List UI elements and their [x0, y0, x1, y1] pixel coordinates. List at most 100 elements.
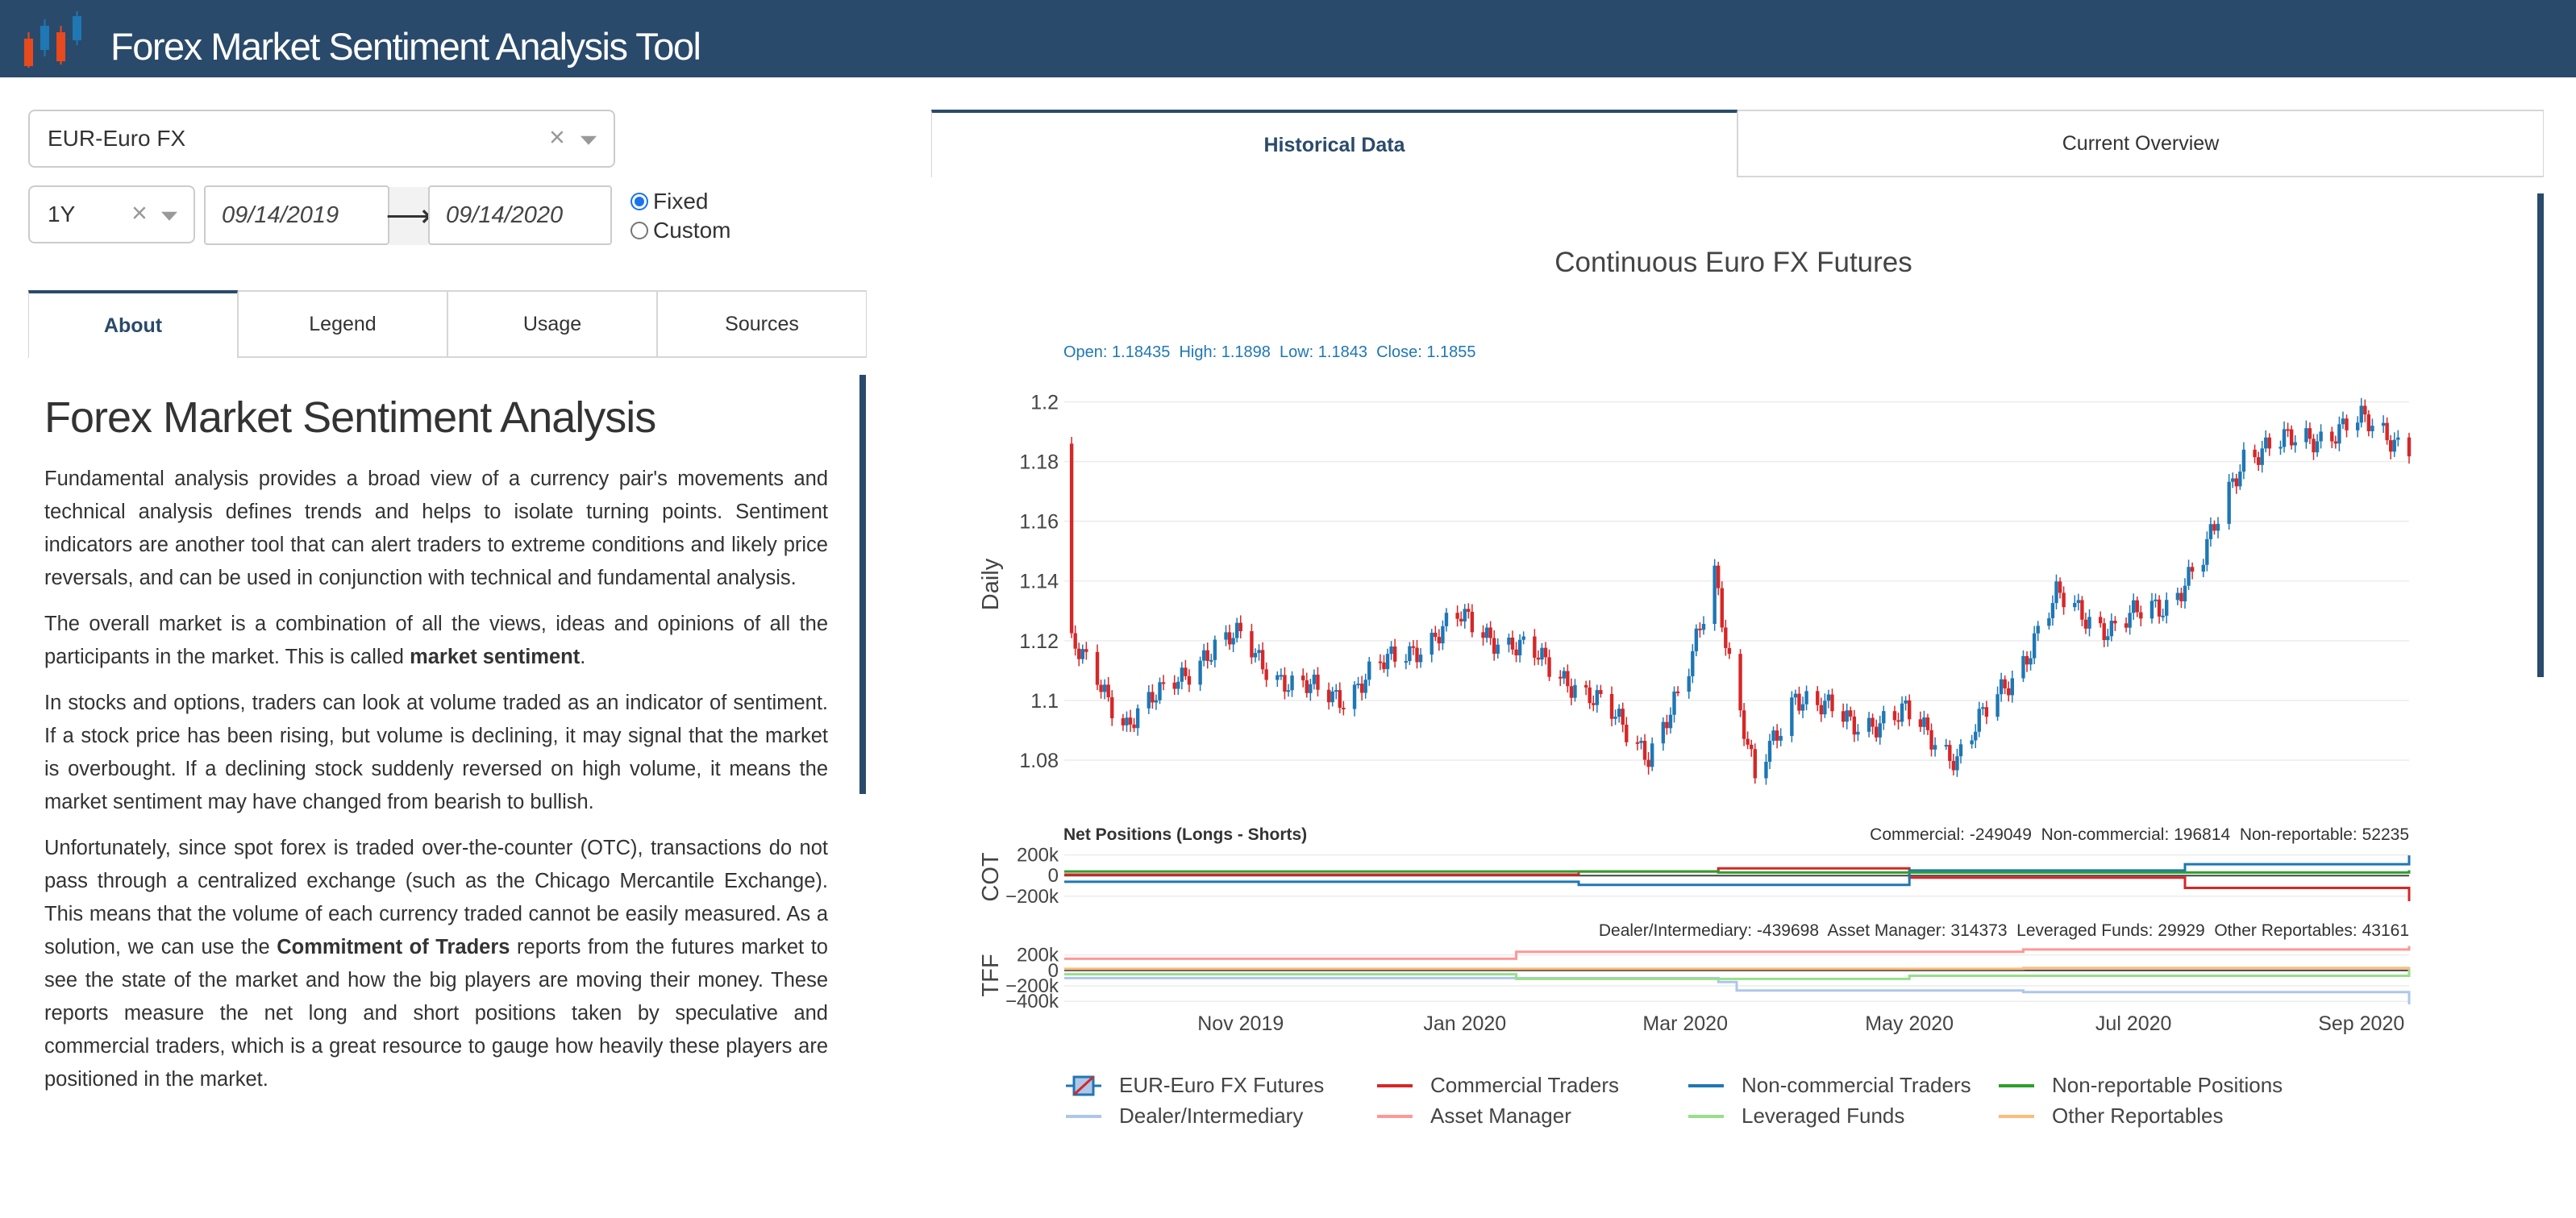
- legend-item[interactable]: Non-commercial Traders: [1688, 1073, 1971, 1098]
- radio-fixed-dot[interactable]: [630, 193, 648, 210]
- tab-historical-data[interactable]: Historical Data: [931, 110, 1737, 177]
- candle-body: [1694, 628, 1699, 651]
- legend-label: Other Reportables: [2052, 1104, 2224, 1128]
- price-axis-title: Daily: [978, 558, 1004, 610]
- about-p2-end: .: [580, 646, 586, 668]
- candle-body: [1283, 675, 1287, 692]
- end-date-input[interactable]: 09/14/2020: [428, 185, 612, 245]
- candle-body: [2286, 429, 2290, 431]
- candle-body: [1286, 690, 1291, 692]
- candle-body: [2319, 431, 2323, 442]
- candle-body: [2231, 478, 2235, 482]
- x-tick-label: Sep 2020: [2318, 1012, 2404, 1035]
- candle-body: [1790, 697, 1794, 736]
- tab-sources[interactable]: Sources: [657, 290, 867, 358]
- chart-scrollbar[interactable]: [2537, 193, 2544, 677]
- candle-body: [1845, 710, 1849, 722]
- price-tick-label: 1.08: [1019, 750, 1059, 772]
- candle-body: [1084, 649, 1088, 652]
- candle-body: [2293, 442, 2297, 446]
- candle-body: [1121, 718, 1126, 725]
- candle-body: [1467, 609, 1471, 613]
- candle-body: [1488, 627, 1492, 638]
- legend-item[interactable]: Other Reportables: [1999, 1104, 2223, 1129]
- candle-body: [1583, 684, 1588, 688]
- candle-body: [2345, 418, 2349, 430]
- candle-body: [1874, 726, 1879, 738]
- candlestick-logo-icon: [24, 11, 81, 68]
- candle-body: [1184, 667, 1188, 676]
- candle-body: [1496, 644, 1500, 654]
- right-tab-bar: Historical Data Current Overview: [931, 110, 2544, 177]
- candle-body: [1260, 650, 1265, 670]
- candle-body: [1517, 639, 1522, 655]
- x-tick-label: May 2020: [1865, 1012, 1954, 1035]
- candle-body: [2131, 600, 2136, 613]
- x-tick-label: Mar 2020: [1642, 1012, 1728, 1035]
- candle-body: [1470, 612, 1475, 633]
- candle-body: [1562, 671, 1567, 679]
- candle-body: [1804, 691, 1808, 705]
- candle-body: [1158, 682, 1162, 700]
- about-p2-bold: market sentiment: [410, 646, 581, 668]
- cot-tick-label: 0: [1048, 865, 1059, 887]
- legend-item[interactable]: Asset Manager: [1377, 1104, 1571, 1129]
- candle-body: [1507, 638, 1511, 645]
- candle-body: [2201, 564, 2205, 572]
- period-dropdown-value: 1Y: [48, 202, 76, 227]
- radio-custom-dot[interactable]: [630, 222, 648, 239]
- candle-body: [1389, 646, 1393, 655]
- candle-body: [1742, 710, 1746, 739]
- price-tick-label: 1.16: [1019, 511, 1059, 534]
- candle-body: [1753, 749, 1757, 779]
- clear-currency-icon[interactable]: ×: [549, 123, 565, 154]
- candle-body: [1135, 708, 1140, 729]
- candle-body: [2308, 428, 2312, 439]
- legend-candle-swatch: [1066, 1075, 1101, 1096]
- legend-line-swatch: [1066, 1114, 1101, 1118]
- start-date-input[interactable]: 09/14/2019: [204, 185, 389, 245]
- currency-dropdown[interactable]: EUR-Euro FX ×: [28, 110, 615, 168]
- legend-line-swatch: [1688, 1083, 1724, 1087]
- legend-label: Leveraged Funds: [1742, 1104, 1905, 1128]
- legend-item[interactable]: Dealer/Intermediary: [1066, 1104, 1303, 1129]
- header-bar: Forex Market Sentiment Analysis Tool: [0, 0, 2576, 77]
- candle-body: [2135, 600, 2139, 613]
- candle-body: [1609, 693, 1614, 719]
- candle-body: [1925, 717, 1930, 730]
- legend-item[interactable]: Non-reportable Positions: [1999, 1073, 2283, 1098]
- chevron-down-icon[interactable]: [581, 135, 597, 145]
- tab-legend[interactable]: Legend: [238, 290, 447, 358]
- tab-about[interactable]: About: [28, 290, 238, 358]
- radio-custom[interactable]: Custom: [630, 218, 730, 243]
- candle-body: [1712, 565, 1717, 624]
- radio-fixed[interactable]: Fixed: [630, 189, 708, 214]
- about-scrollbar[interactable]: [859, 375, 866, 794]
- candle-body: [2106, 636, 2110, 640]
- candle-body: [1301, 676, 1305, 680]
- candle-body: [2047, 617, 2051, 626]
- candle-body: [1253, 653, 1258, 658]
- cot-panel-title: Net Positions (Longs - Shorts): [1063, 825, 1307, 844]
- candle-body: [2256, 457, 2261, 465]
- chevron-down-icon[interactable]: [161, 211, 177, 221]
- tab-usage[interactable]: Usage: [447, 290, 657, 358]
- legend-item[interactable]: Leveraged Funds: [1688, 1104, 1904, 1129]
- candle-body: [1566, 671, 1570, 687]
- chart-title: Continuous Euro FX Futures: [1554, 247, 1912, 278]
- price-tick-label: 1.12: [1019, 630, 1059, 653]
- candle-body: [1536, 657, 1541, 660]
- legend-item[interactable]: Commercial Traders: [1377, 1073, 1619, 1098]
- candle-body: [1172, 682, 1176, 689]
- candle-body: [1720, 588, 1724, 628]
- app-title: Forex Market Sentiment Analysis Tool: [110, 25, 701, 68]
- tab-current-overview[interactable]: Current Overview: [1737, 110, 2544, 177]
- candle-body: [1856, 731, 1860, 735]
- candle-body: [1205, 650, 1209, 661]
- candle-body: [2058, 581, 2062, 593]
- candle-body: [1559, 676, 1563, 679]
- clear-period-icon[interactable]: ×: [131, 198, 148, 230]
- period-dropdown[interactable]: 1Y ×: [28, 185, 195, 243]
- legend-item[interactable]: EUR-Euro FX Futures: [1066, 1073, 1324, 1098]
- candle-body: [1492, 638, 1496, 654]
